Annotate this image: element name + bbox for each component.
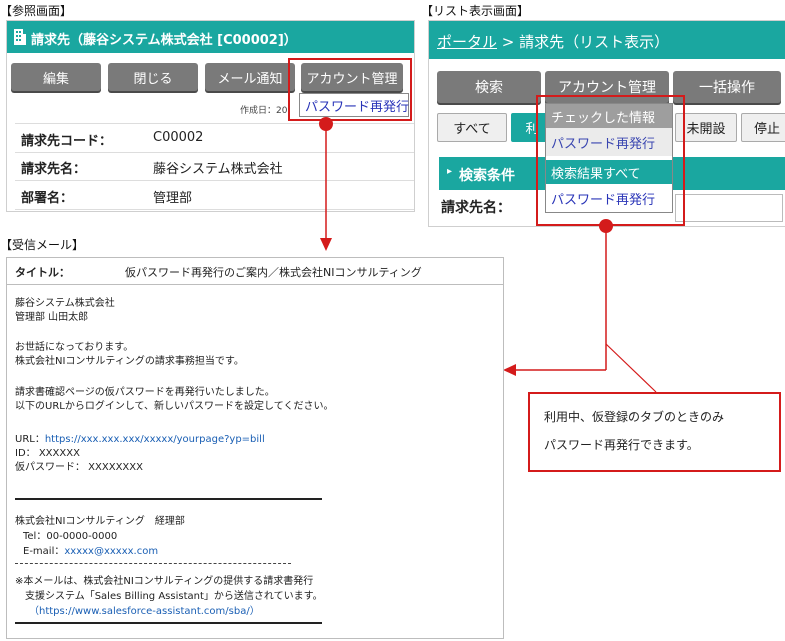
mail-footer: ※本メールは、株式会社NIコンサルティングの提供する請求書発行 bbox=[15, 576, 314, 587]
signature-company: 株式会社NIコンサルティング 経理部 bbox=[15, 516, 185, 527]
footer-bottom-divider bbox=[15, 622, 322, 624]
note-line: パスワード再発行できます。 bbox=[544, 438, 699, 452]
note-line: 利用中、仮登録のタブのときのみ bbox=[544, 410, 725, 424]
mail-greeting: 株式会社NIコンサルティングの請求事務担当です。 bbox=[15, 356, 244, 367]
signature-divider bbox=[15, 498, 322, 500]
mail-temp-password: 仮パスワード： XXXXXXXX bbox=[15, 462, 143, 473]
mail-body: 以下のURLからログインして、新しいパスワードを設定してください。 bbox=[15, 401, 334, 412]
signature-email-link[interactable]: xxxxx@xxxxx.com bbox=[64, 546, 158, 557]
footer-divider bbox=[15, 563, 291, 564]
signature-tel: Tel：00-0000-0000 bbox=[23, 531, 118, 542]
arrow-down-icon bbox=[320, 238, 332, 251]
connector-dot bbox=[319, 117, 333, 131]
arrow-left-icon bbox=[503, 364, 516, 376]
mail-footer-link[interactable]: （https://www.salesforce-assistant.com/sb… bbox=[29, 602, 260, 617]
mail-url-line: URL：https://xxx.xxx.xxx/xxxxx/yourpage?y… bbox=[15, 430, 265, 445]
mail-greeting: お世話になっております。 bbox=[15, 342, 134, 353]
mail-to-person: 管理部 山田太郎 bbox=[15, 312, 89, 323]
note-box: 利用中、仮登録のタブのときのみ パスワード再発行できます。 bbox=[528, 392, 781, 472]
signature-email-label: E-mail： bbox=[23, 546, 65, 557]
mail-body: 請求書確認ページの仮パスワードを再発行いたしました。 bbox=[15, 387, 275, 398]
signature-email-line: E-mail：xxxxx@xxxxx.com bbox=[23, 542, 158, 557]
connector-dot bbox=[599, 219, 613, 233]
mail-title-row: タイトル： 仮パスワード再発行のご案内／株式会社NIコンサルティング bbox=[7, 258, 503, 285]
mail-id: ID： XXXXXX bbox=[15, 448, 80, 459]
received-mail: タイトル： 仮パスワード再発行のご案内／株式会社NIコンサルティング 藤谷システ… bbox=[6, 257, 504, 639]
mail-to-company: 藤谷システム株式会社 bbox=[15, 298, 115, 309]
mail-title-value: 仮パスワード再発行のご案内／株式会社NIコンサルティング bbox=[125, 266, 422, 279]
mail-footer: 支援システム「Sales Billing Assistant」から送信されていま… bbox=[25, 591, 323, 602]
mail-title-label: タイトル： bbox=[15, 266, 70, 279]
callout-line bbox=[605, 343, 657, 393]
